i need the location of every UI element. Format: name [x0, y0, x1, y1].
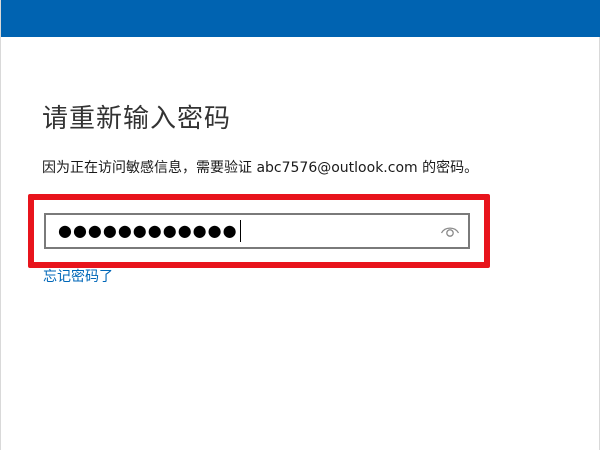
reenter-password-dialog: 请重新输入密码 因为正在访问敏感信息，需要验证 abc7576@outlook.…	[0, 0, 600, 450]
eye-icon[interactable]	[440, 223, 460, 239]
text-cursor	[239, 220, 242, 242]
verification-message: 因为正在访问敏感信息，需要验证 abc7576@outlook.com 的密码。	[42, 160, 479, 176]
forgot-password-link[interactable]: 忘记密码了	[43, 266, 113, 286]
title-bar[interactable]	[1, 0, 600, 37]
password-input[interactable]: ●●●●●●●●●●●●	[44, 213, 470, 249]
password-masked-value: ●●●●●●●●●●●●	[58, 221, 238, 240]
page-title: 请重新输入密码	[42, 104, 232, 134]
